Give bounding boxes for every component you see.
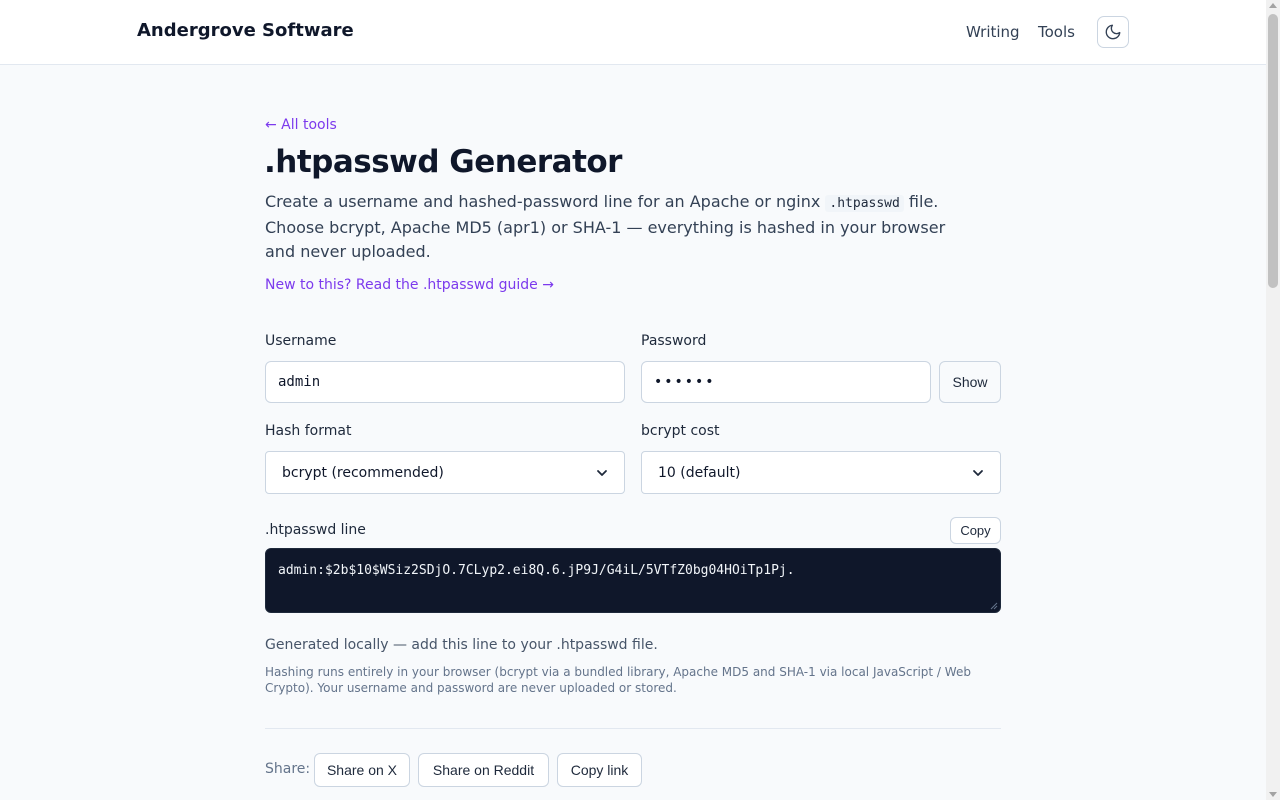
htpasswd-guide-link[interactable]: New to this? Read the .htpasswd guide → <box>265 277 554 293</box>
htpasswd-output-textarea[interactable]: admin:$2b$10$WSiz2SDjO.7CLyp2.ei8Q.6.jP9… <box>265 548 1001 613</box>
show-password-button[interactable]: Show <box>939 361 1001 403</box>
bcrypt-cost-select[interactable]: 10 (default) <box>641 451 1001 494</box>
resize-handle-icon[interactable] <box>990 602 998 610</box>
username-input[interactable]: admin <box>265 361 625 403</box>
moon-icon <box>1105 24 1121 40</box>
hash-format-value: bcrypt (recommended) <box>282 464 444 481</box>
scroll-down-arrow-icon[interactable] <box>1269 792 1277 797</box>
page-scrollbar[interactable] <box>1266 0 1280 800</box>
htpasswd-line-value: admin:$2b$10$WSiz2SDjO.7CLyp2.ei8Q.6.jP9… <box>278 563 795 578</box>
scroll-up-arrow-icon[interactable] <box>1269 3 1277 8</box>
username-value: admin <box>278 374 321 390</box>
nav-tools[interactable]: Tools <box>1038 23 1075 41</box>
theme-toggle-button[interactable] <box>1097 16 1129 48</box>
generated-locally-note: Generated locally — add this line to you… <box>265 637 658 653</box>
site-header: Andergrove Software Writing Tools <box>0 0 1266 65</box>
page-title: .htpasswd Generator <box>264 144 622 180</box>
intro-text: Create a username and hashed-password li… <box>265 190 955 264</box>
intro-code: .htpasswd <box>825 195 904 212</box>
chevron-down-icon <box>597 469 607 476</box>
username-label: Username <box>265 333 337 349</box>
intro-part1: Create a username and hashed-password li… <box>265 192 826 211</box>
nav-writing[interactable]: Writing <box>966 23 1020 41</box>
divider <box>265 728 1001 729</box>
share-on-x-button[interactable]: Share on X <box>314 753 410 787</box>
hash-format-label: Hash format <box>265 423 352 439</box>
password-input[interactable]: •••••• <box>641 361 931 403</box>
share-on-reddit-button[interactable]: Share on Reddit <box>418 753 549 787</box>
copy-link-button[interactable]: Copy link <box>557 753 642 787</box>
bcrypt-cost-label: bcrypt cost <box>641 423 720 439</box>
privacy-note: Hashing runs entirely in your browser (b… <box>265 665 971 695</box>
password-label: Password <box>641 333 707 349</box>
chevron-down-icon <box>973 469 983 476</box>
back-to-all-tools-link[interactable]: ← All tools <box>265 117 337 133</box>
htpasswd-line-label: .htpasswd line <box>265 522 366 538</box>
hash-format-select[interactable]: bcrypt (recommended) <box>265 451 625 494</box>
scrollbar-thumb[interactable] <box>1268 14 1278 288</box>
bcrypt-cost-value: 10 (default) <box>658 464 741 481</box>
share-label: Share: <box>265 761 311 777</box>
password-value: •••••• <box>654 374 716 390</box>
brand-logo-text[interactable]: Andergrove Software <box>137 20 354 41</box>
copy-line-button[interactable]: Copy <box>950 517 1001 544</box>
